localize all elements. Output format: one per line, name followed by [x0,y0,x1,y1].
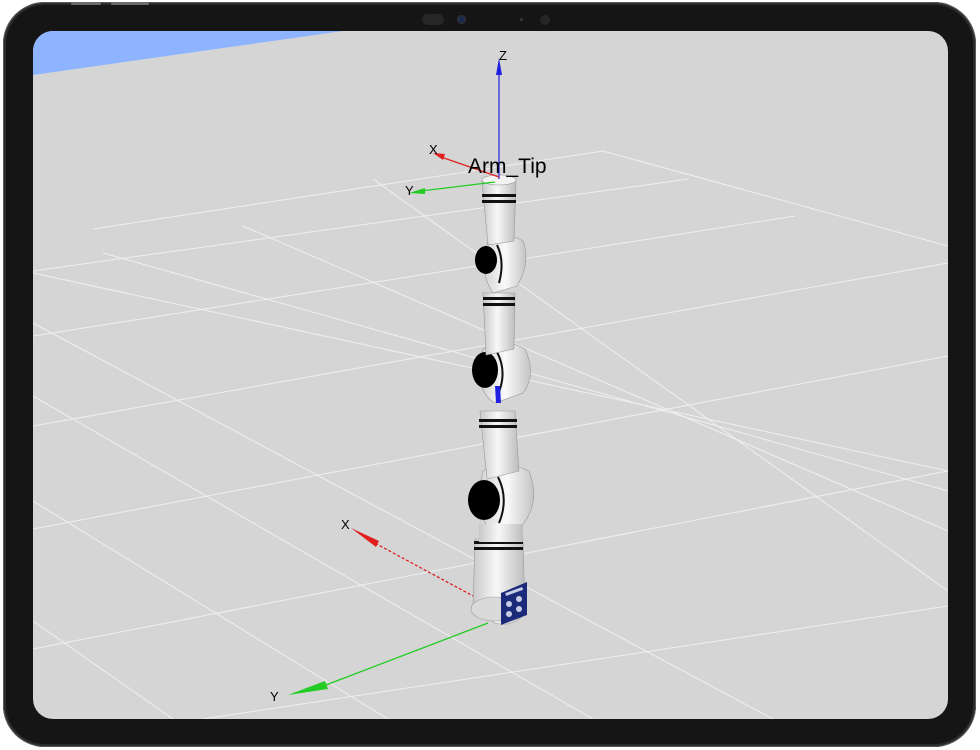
camera-bar [422,14,557,26]
base-x-label: X [341,517,350,532]
joint-blue-marker [495,386,501,403]
joint-cap-lower [468,480,500,520]
base-y-axis [317,622,489,689]
arm-link-segment [479,524,523,542]
power-button [111,2,149,5]
arm-ring [474,547,523,550]
camera-icon [458,16,465,23]
base-y-arrowhead [288,681,328,695]
3d-viewport[interactable]: X Y Z X Y Arm_Tip [33,31,948,719]
plate-button-1 [506,601,512,607]
plate-button-4 [516,606,522,612]
base-x-axis [370,540,489,605]
plate-button-3 [506,611,512,617]
arm-ring [483,303,515,306]
tip-frame-axes: Z X Y Arm_Tip [405,48,547,198]
scene-canvas[interactable]: X Y Z X Y Arm_Tip [33,31,948,719]
tip-x-label: X [429,142,438,157]
ambient-sensor-icon [520,18,523,21]
arm-ring [479,425,517,428]
joint-cap-upper [475,246,497,274]
arm-upper-link [482,292,516,356]
arm-ring [482,194,516,197]
sensor-icon [422,14,444,25]
arm-ring [479,419,517,422]
base-y-label: Y [270,689,279,704]
sky-horizon [33,31,343,75]
robot-arm[interactable] [468,174,535,625]
tip-z-label: Z [499,48,507,63]
joint-cap-middle [472,352,498,388]
arm-wrist-link [481,180,517,246]
flood-sensor-icon [540,15,550,25]
base-frame-axes: X Y [270,517,489,704]
frame-label: Arm_Tip [468,155,547,178]
arm-ring [483,297,515,300]
plate-button-2 [516,596,522,602]
volume-button [71,2,101,5]
tip-y-label: Y [405,183,414,198]
base-x-arrowhead [351,528,379,547]
arm-ring [482,200,516,203]
